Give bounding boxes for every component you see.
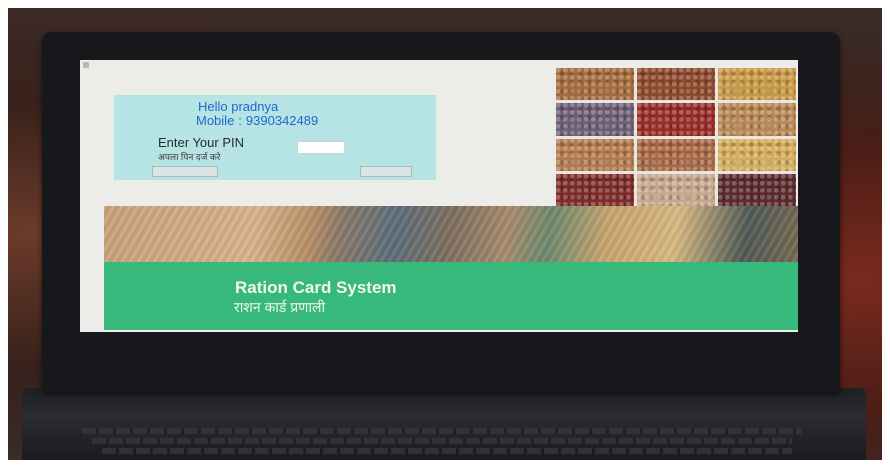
mobile-separator: :	[238, 113, 242, 128]
app-title-hindi: राशन कार्ड प्रणाली	[234, 299, 326, 315]
left-action-button[interactable]	[152, 166, 218, 177]
grain-tile-kidney-beans	[556, 173, 634, 206]
grain-tile-rajma	[718, 173, 796, 206]
app-window: Hello pradnya Mobile:9390342489 Enter Yo…	[80, 60, 798, 332]
grain-tile-rice	[637, 173, 715, 206]
mobile-number: 9390342489	[245, 113, 319, 128]
login-panel: Hello pradnya Mobile:9390342489 Enter Yo…	[114, 95, 436, 180]
window-app-icon	[83, 62, 89, 68]
pin-input[interactable]	[297, 141, 345, 154]
grain-tile-millet	[718, 68, 796, 101]
grain-tile-lentils	[556, 138, 634, 171]
pin-label-hindi: अपला पिन दर्ज करे	[158, 152, 221, 162]
banner-texture	[104, 206, 798, 262]
pin-label: Enter Your PIN	[158, 135, 244, 150]
greeting-text: Hello pradnya	[198, 99, 279, 114]
banner-photo	[104, 206, 798, 262]
mobile-label: Mobile	[196, 113, 235, 128]
app-title: Ration Card System	[235, 278, 397, 297]
grain-tile-peanuts	[637, 138, 715, 171]
laptop-keyboard	[22, 388, 866, 460]
grain-tile-almond	[637, 68, 715, 101]
footer-banner: Ration Card System राशन कार्ड प्रणाली	[104, 262, 798, 330]
grain-tile-yellow-dal	[718, 138, 796, 171]
grain-tile-wheat	[556, 68, 634, 101]
grain-image-grid	[556, 68, 796, 206]
grain-tile-red-beans	[637, 103, 715, 136]
grain-tile-mixed-beans	[556, 103, 634, 136]
right-action-button[interactable]	[360, 166, 412, 177]
mobile-text: Mobile:9390342489	[196, 113, 318, 128]
grain-tile-grain-scoop	[718, 103, 796, 136]
